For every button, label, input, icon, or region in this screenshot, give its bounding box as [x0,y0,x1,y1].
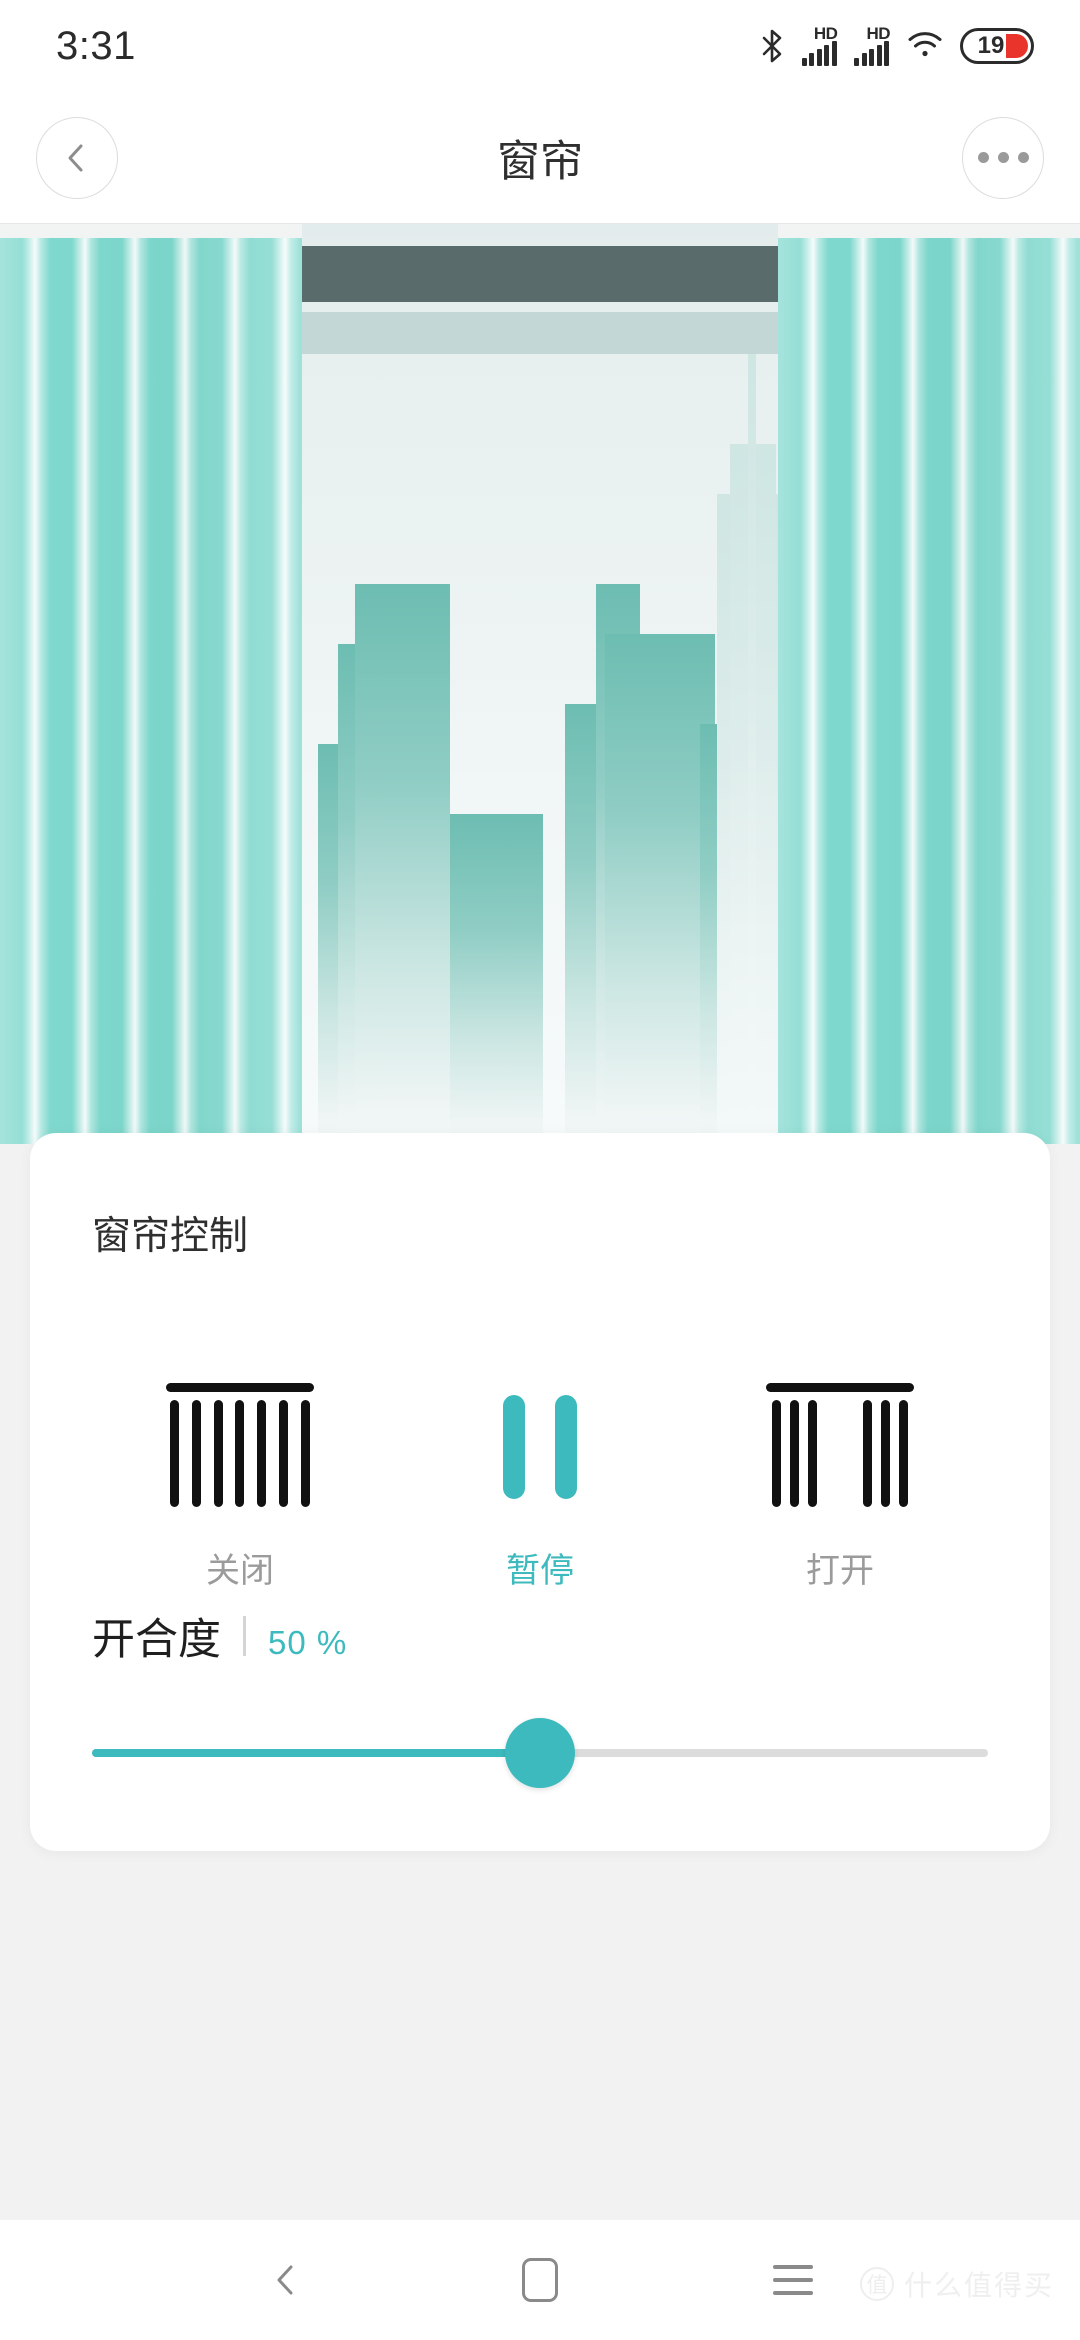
slider-value: 50 % [268,1624,348,1661]
slider-divider [243,1616,246,1656]
status-clock: 3:31 [56,23,136,68]
window-scene [300,224,780,1144]
more-horizontal-icon [977,152,1029,163]
nav-home-icon [521,2258,558,2302]
curtain-panel-right [778,224,1080,1144]
curtain-panel-left [0,224,302,1144]
page-title: 窗帘 [497,137,583,186]
site-watermark: 值 什么值得买 [859,2264,1054,2304]
slider-thumb[interactable] [505,1718,575,1788]
status-bar: 3:31 HD HD 19 [0,0,1080,92]
curtain-rail [300,246,780,302]
building-1 [318,744,340,1144]
building-7 [605,634,715,1144]
nav-home-button[interactable] [517,2257,563,2303]
chevron-left-icon [68,144,83,171]
bluetooth-icon [759,29,785,63]
curtain-open-icon [766,1383,914,1511]
app-header: 窗帘 [0,92,1080,224]
mode-label-close: 关闭 [206,1552,274,1590]
mode-button-pause[interactable]: 暂停 [420,1383,660,1592]
watermark-badge: 值 [859,2267,894,2301]
nav-menu-button[interactable] [770,2257,816,2303]
back-button[interactable] [36,116,118,199]
window-header-shadow [300,312,780,354]
opening-degree-slider[interactable] [92,1713,988,1793]
status-icons: HD HD 19 [759,24,1034,66]
mode-button-row: 关闭 暂停 打开 [30,1383,1050,1592]
mode-label-pause: 暂停 [506,1552,574,1590]
hd-label-sim2: HD [866,24,890,43]
nav-back-button[interactable] [264,2257,310,2303]
nav-back-icon [277,2265,293,2295]
wifi-icon [907,29,943,64]
watermark-text: 什么值得买 [903,2270,1054,2301]
nav-menu-icon [773,2265,814,2295]
hd-label-sim1: HD [813,24,838,43]
mode-button-close[interactable]: 关闭 [120,1383,360,1592]
pause-icon [466,1383,614,1511]
building-spire [748,354,756,1144]
signal-sim1-icon: HD [801,24,838,66]
more-options-button[interactable] [962,116,1044,199]
mode-button-open[interactable]: 打开 [720,1383,960,1592]
mode-label-open: 打开 [806,1552,874,1590]
building-3 [355,584,450,1144]
curtain-closed-icon [166,1383,314,1511]
battery-icon: 19 [960,28,1034,64]
building-4 [450,814,543,1144]
slider-label: 开合度 [92,1616,221,1664]
signal-sim2-icon: HD [854,24,890,66]
curtain-control-card: 窗帘控制 关闭 暂停 打开 开合度 50 % [30,1133,1050,1851]
slider-fill [92,1749,540,1757]
slider-header: 开合度 50 % [92,1605,347,1667]
battery-percent: 19 [977,32,1005,59]
card-title: 窗帘控制 [92,1215,249,1258]
curtain-illustration [0,224,1080,1144]
